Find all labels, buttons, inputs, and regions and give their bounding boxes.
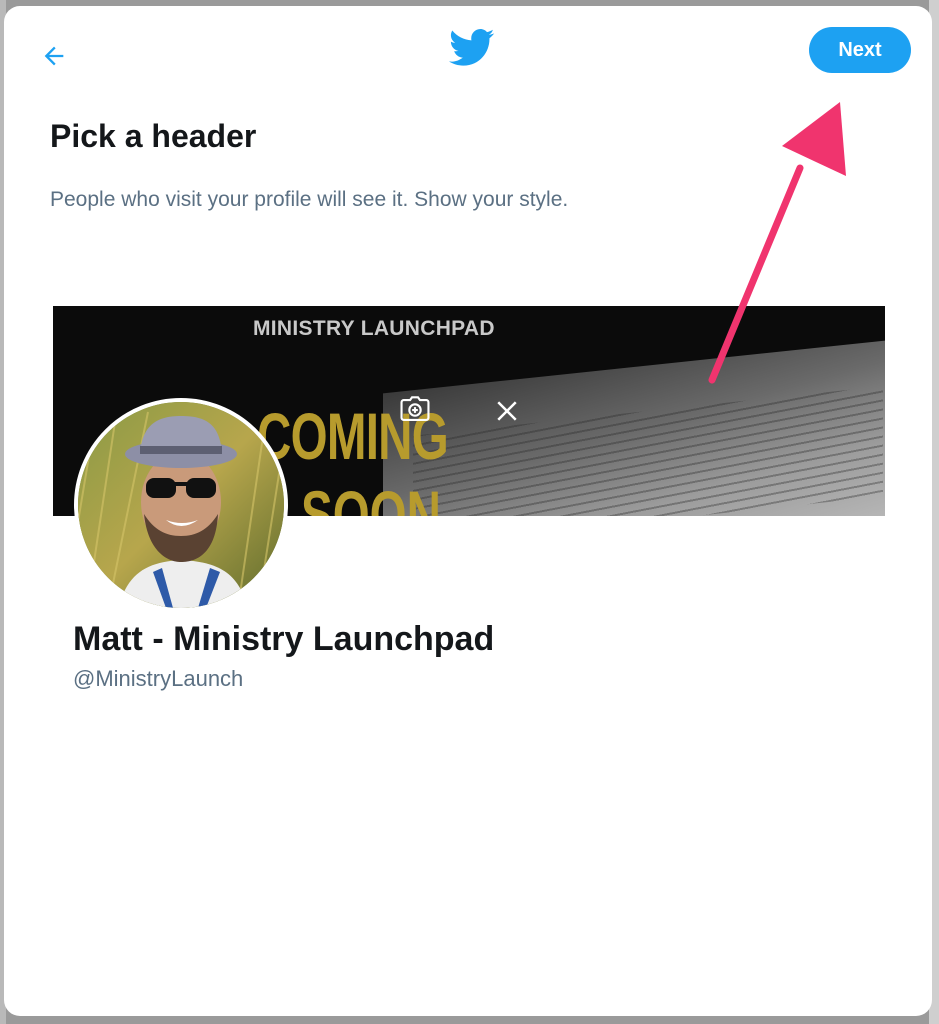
twitter-bird-icon xyxy=(449,29,495,66)
dialog-subtitle: People who visit your profile will see i… xyxy=(50,188,569,211)
back-arrow-icon xyxy=(44,46,64,66)
annotation-arrow xyxy=(708,102,846,384)
header-brand-text: MINISTRY LAUNCHPAD xyxy=(253,317,495,340)
header-soon-text: SOON xyxy=(301,477,441,516)
next-button[interactable]: Next xyxy=(809,27,911,73)
avatar-photo xyxy=(78,402,284,608)
dialog-title: Pick a header xyxy=(50,118,257,154)
remove-header-button[interactable] xyxy=(492,396,522,426)
profile-handle: @MinistryLaunch xyxy=(73,666,244,691)
camera-plus-icon xyxy=(400,396,430,421)
profile-avatar xyxy=(74,398,288,612)
back-button[interactable] xyxy=(32,34,76,78)
pick-header-dialog: Next Pick a header People who visit your… xyxy=(4,6,932,1016)
add-header-photo-button[interactable] xyxy=(398,393,432,427)
profile-display-name: Matt - Ministry Launchpad xyxy=(73,620,495,658)
close-icon xyxy=(497,401,517,421)
